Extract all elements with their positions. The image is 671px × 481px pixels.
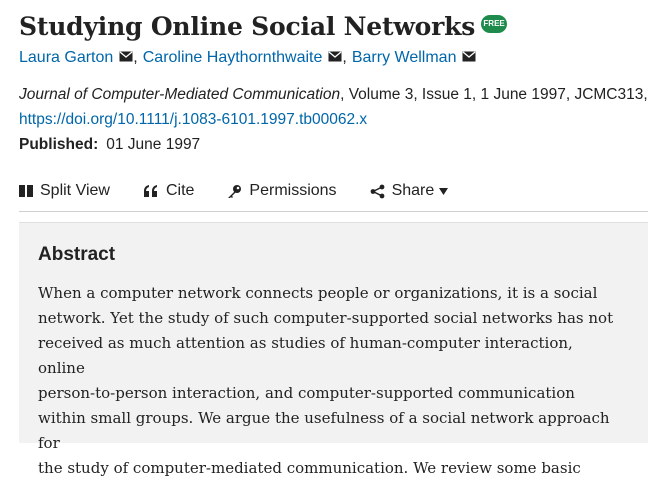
split-view-label: Split View (40, 182, 110, 199)
share-label: Share (391, 182, 435, 199)
free-badge: FREE (481, 14, 508, 33)
abstract-line: person-to-person interaction, and comput… (38, 384, 575, 402)
doi-link[interactable]: https://doi.org/10.1111/j.1083-6101.1997… (19, 111, 367, 129)
abstract-line: When a computer network connects people … (38, 284, 598, 302)
abstract-line: the study of computer-mediated communica… (38, 459, 581, 477)
key-icon (227, 184, 242, 199)
quote-icon (143, 184, 159, 198)
mail-icon[interactable] (462, 49, 476, 67)
citation-line: Journal of Computer-Mediated Communicati… (19, 86, 648, 104)
mail-icon[interactable] (328, 49, 342, 67)
split-view-button[interactable]: Split View (19, 182, 110, 200)
published-line: Published: 01 June 1997 (19, 136, 200, 154)
abstract-body: When a computer network connects people … (38, 281, 623, 481)
published-date: 01 June 1997 (106, 136, 201, 153)
caret-down-icon (439, 187, 449, 195)
article-toolbar: Split View Cite Permissions Share (19, 182, 648, 212)
permissions-button[interactable]: Permissions (227, 182, 337, 200)
permissions-label: Permissions (249, 182, 337, 199)
author-link-wellman[interactable]: Barry Wellman (352, 49, 457, 67)
abstract-heading: Abstract (38, 244, 116, 265)
share-button[interactable]: Share (370, 182, 449, 200)
journal-name: Journal of Computer-Mediated Communicati… (19, 86, 341, 103)
mail-icon[interactable] (119, 49, 133, 67)
author-link-haythornthwaite[interactable]: Caroline Haythornthwaite (143, 49, 323, 67)
cite-label: Cite (165, 182, 195, 199)
author-link-garton[interactable]: Laura Garton (19, 49, 113, 67)
abstract-line: received as much attention as studies of… (38, 334, 573, 377)
citation-details: , Volume 3, Issue 1, 1 June 1997, JCMC31… (340, 86, 648, 103)
split-view-icon (19, 184, 33, 198)
article-title-row: Studying Online Social Networks FREE (19, 12, 508, 41)
cite-button[interactable]: Cite (143, 182, 194, 200)
author-separator: , (342, 49, 347, 66)
abstract-section: Abstract When a computer network connect… (19, 222, 648, 477)
share-icon (370, 184, 385, 199)
article-title: Studying Online Social Networks (19, 12, 476, 41)
author-list: Laura Garton , Caroline Haythornthwaite … (19, 49, 476, 67)
author-separator: , (133, 49, 138, 66)
published-label: Published: (19, 136, 99, 153)
abstract-line: network. Yet the study of such computer-… (38, 309, 614, 327)
abstract-line: within small groups. We argue the useful… (38, 409, 610, 452)
